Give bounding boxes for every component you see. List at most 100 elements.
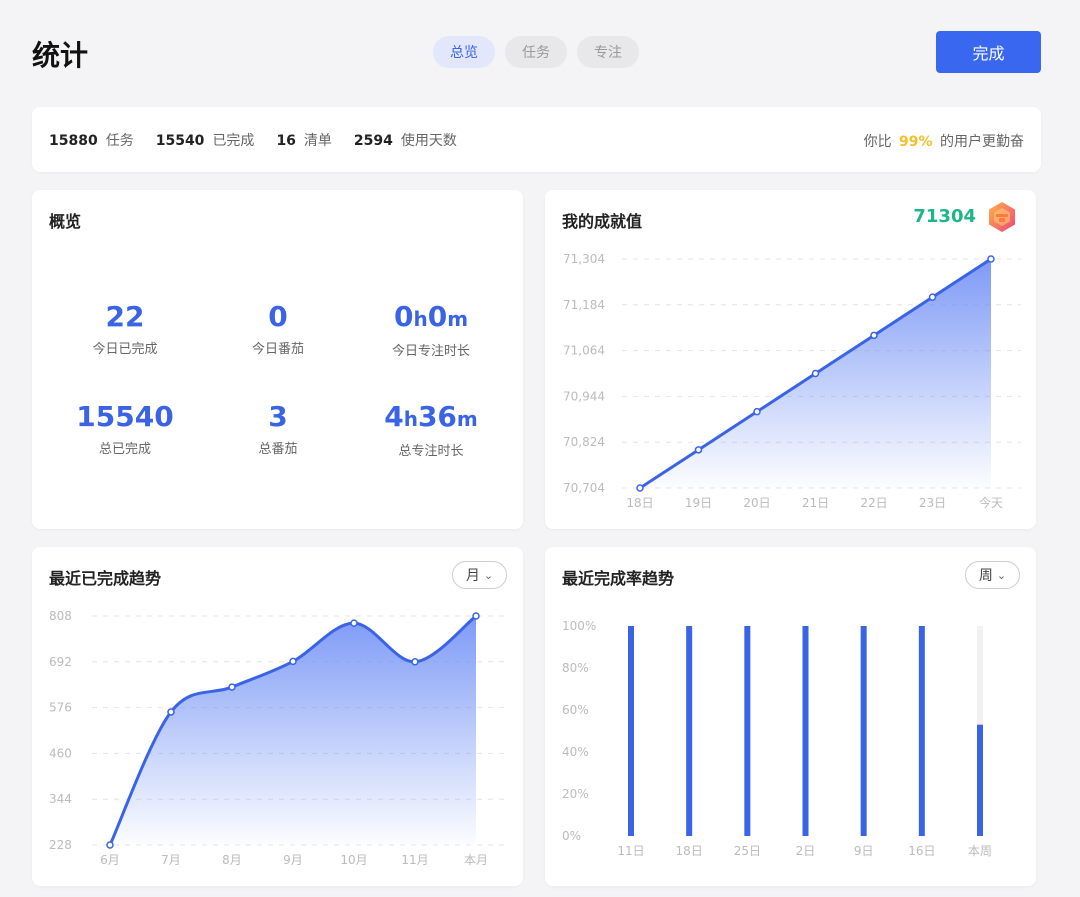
summary-completed-count: 15540: [155, 132, 205, 149]
x-tick-label: 18日: [676, 844, 703, 858]
summary-tasks: 15880 任务: [49, 130, 134, 150]
tab-bar: 总览 任务 专注: [433, 36, 639, 68]
completed-trend-card: 最近已完成趋势 月 ⌄ 228 344 460 576 692 808 6月 7月 8月 9月 10…: [32, 547, 523, 886]
y-tick-label: 576: [49, 701, 72, 715]
summary-tasks-count: 15880: [49, 132, 98, 149]
today-focus-label: 今日专注时长: [391, 344, 470, 359]
compare-prefix: 你比: [863, 134, 892, 150]
y-tick-label: 460: [49, 746, 72, 760]
y-tick-label: 71,304: [563, 252, 605, 266]
bar[interactable]: [802, 626, 809, 836]
x-tick-label: 8月: [222, 853, 242, 867]
today-completed: 22 今日已完成: [50, 300, 200, 357]
data-point[interactable]: [870, 331, 878, 340]
y-tick-label: 71,064: [563, 344, 605, 358]
x-tick-label: 9日: [854, 844, 874, 858]
total-pomodoro-value: 3: [268, 400, 288, 433]
y-tick-label: 20%: [562, 787, 589, 801]
data-point[interactable]: [411, 658, 419, 666]
today-focus-m-unit: m: [447, 307, 469, 331]
total-completed-label: 总已完成: [98, 442, 151, 457]
today-focus-duration: 0h0m 今日专注时长: [356, 300, 506, 359]
total-completed: 15540 总已完成: [50, 400, 200, 457]
y-tick-label: 692: [49, 655, 72, 669]
data-point[interactable]: [472, 612, 480, 620]
total-completed-value: 15540: [76, 400, 174, 433]
data-point[interactable]: [694, 446, 703, 454]
today-focus-hours: 0: [393, 300, 414, 333]
x-tick-label: 本周: [968, 844, 992, 858]
summary-lists-count: 16: [276, 132, 296, 149]
x-tick-label: 16日: [908, 844, 935, 858]
y-tick-label: 100%: [562, 619, 596, 633]
summary-days-count: 2594: [353, 132, 393, 149]
x-tick-label: 25日: [734, 844, 761, 858]
total-focus-m-unit: m: [456, 407, 478, 431]
bar[interactable]: [744, 626, 751, 836]
completed-trend-chart: 228 344 460 576 692 808 6月 7月 8月 9月 10月 11月 本月: [49, 609, 506, 867]
tab-tasks[interactable]: 任务: [505, 36, 567, 68]
total-focus-duration: 4h36m 总专注时长: [356, 400, 506, 459]
y-tick-label: 71,184: [563, 298, 605, 312]
x-tick-label: 2日: [796, 844, 816, 858]
total-pomodoro-label: 总番茄: [258, 442, 298, 457]
total-focus-label: 总专注时长: [398, 444, 464, 459]
today-pomodoro-label: 今日番茄: [251, 342, 304, 357]
y-tick-label: 70,824: [563, 435, 605, 449]
bar[interactable]: [628, 626, 634, 836]
x-tick-label: 9月: [283, 853, 303, 867]
y-tick-label: 70,944: [563, 389, 605, 403]
bar[interactable]: [977, 724, 983, 836]
tab-focus[interactable]: 专注: [577, 36, 639, 68]
bar[interactable]: [918, 626, 925, 836]
y-tick-label: 808: [49, 609, 72, 623]
total-focus-value: 4h36m: [356, 400, 506, 436]
data-point[interactable]: [350, 619, 358, 627]
y-tick-label: 228: [49, 838, 72, 852]
today-focus-h-unit: h: [413, 307, 428, 331]
y-tick-label: 80%: [562, 661, 589, 675]
data-point[interactable]: [167, 708, 175, 716]
x-tick-label: 今天: [979, 495, 1003, 510]
data-point[interactable]: [753, 407, 761, 416]
summary-lists: 16 清单: [276, 130, 331, 150]
x-tick-label: 22日: [860, 496, 887, 510]
today-completed-value: 22: [105, 300, 145, 333]
total-focus-hours: 4: [384, 400, 404, 433]
bar[interactable]: [686, 626, 693, 836]
tab-overview[interactable]: 总览: [433, 36, 495, 68]
y-tick-label: 70,704: [563, 481, 605, 495]
x-tick-label: 11日: [617, 844, 644, 858]
y-tick-label: 60%: [562, 703, 589, 717]
achievement-card: 我的成就值 71304 70,704 70,824 70,944 71,064 71,1…: [545, 190, 1036, 529]
compare-suffix: 的用户更勤奋: [940, 134, 1024, 150]
header: 统计 总览 任务 专注 完成: [0, 0, 1080, 100]
data-point[interactable]: [289, 657, 297, 666]
data-point[interactable]: [106, 841, 114, 849]
bar[interactable]: [860, 626, 867, 836]
summary-days-label: 使用天数: [400, 132, 457, 149]
series-area: [110, 616, 476, 845]
page-title: 统计: [32, 39, 89, 72]
x-tick-label: 20日: [743, 496, 770, 510]
data-point[interactable]: [228, 683, 236, 691]
overview-card: 概览 22 今日已完成 0 今日番茄 0h0m 今日专注时长 15540 总已完…: [32, 190, 523, 529]
today-focus-minutes: 0: [427, 300, 448, 333]
summary-card: 15880 任务 15540 已完成 16 清单 2594 使用天数 你比 99…: [32, 107, 1041, 172]
summary-completed-label: 已完成: [212, 132, 255, 149]
data-point[interactable]: [811, 369, 820, 378]
compare-percent: 99%: [899, 134, 933, 150]
x-tick-label: 19日: [685, 496, 712, 510]
x-tick-label: 10月: [340, 853, 367, 867]
today-pomodoro: 0 今日番茄: [203, 300, 353, 357]
data-point[interactable]: [987, 255, 995, 263]
data-point[interactable]: [928, 293, 937, 301]
x-tick-label: 23日: [919, 496, 946, 510]
summary-tasks-label: 任务: [105, 132, 134, 149]
x-tick-label: 本月: [464, 853, 488, 867]
summary-lists-label: 清单: [303, 132, 332, 149]
total-focus-minutes: 36: [417, 400, 457, 433]
done-button[interactable]: 完成: [936, 31, 1041, 73]
data-point[interactable]: [636, 484, 644, 492]
x-tick-label: 18日: [626, 496, 653, 510]
